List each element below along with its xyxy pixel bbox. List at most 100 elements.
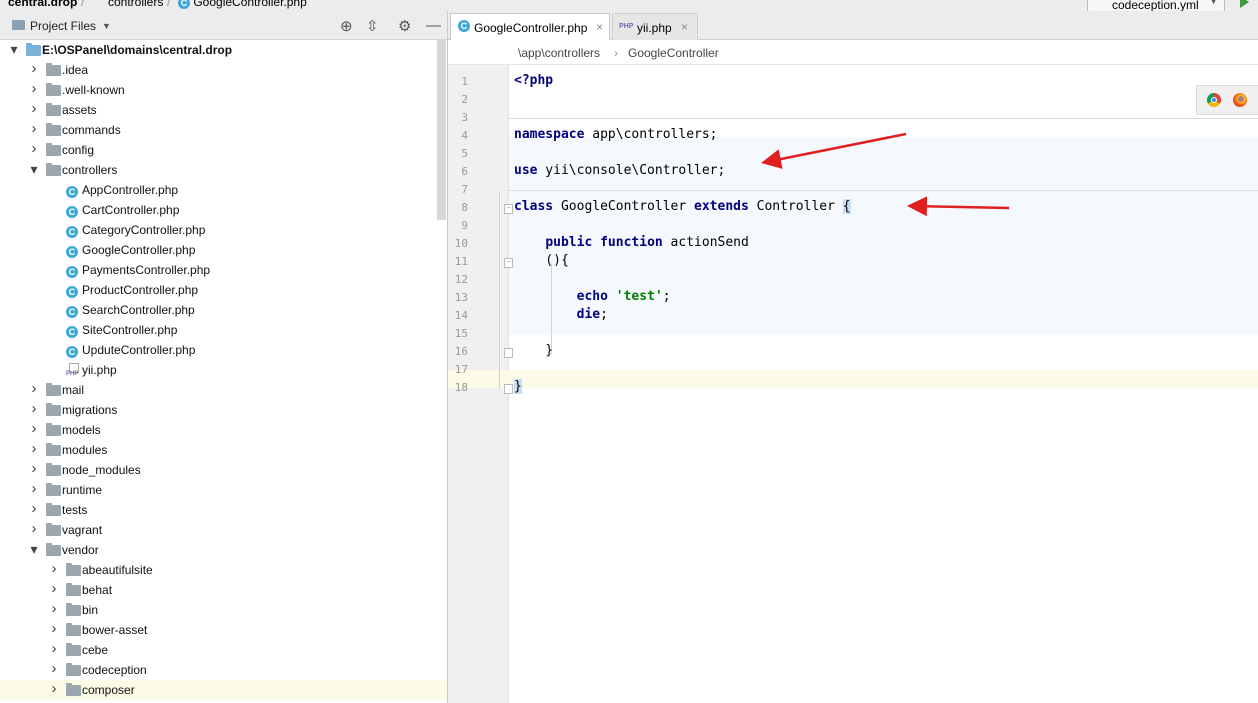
chevron-right-icon[interactable]: › [29,400,39,417]
code-line[interactable]: use yii\console\Controller; [514,163,725,178]
folder-icon [46,523,61,536]
breadcrumb-namespace[interactable]: \app\controllers [518,46,600,60]
tree-item[interactable]: C ProductController.php [0,280,447,300]
tree-item[interactable]: › migrations [0,400,447,420]
tree-item[interactable]: › mail [0,380,447,400]
line-number: 10 [454,237,468,250]
chevron-right-icon[interactable]: › [29,520,39,537]
chevron-right-icon[interactable]: › [49,640,59,657]
chevron-down-icon[interactable]: ▾ [29,161,39,178]
tree-item[interactable]: › cebe [0,640,447,660]
tree-item[interactable]: ▾ controllers [0,160,447,180]
line-number: 8 [461,201,468,214]
code-line[interactable]: } [514,343,553,358]
tree-item[interactable]: ▾ E:\OSPanel\domains\central.drop [0,40,447,60]
current-line-highlight [448,370,1258,388]
line-number: 3 [461,111,468,124]
code-line[interactable]: namespace app\controllers; [514,127,718,142]
tree-item[interactable]: C GoogleController.php [0,240,447,260]
chevron-right-icon[interactable]: › [29,140,39,157]
chevron-right-icon[interactable]: › [29,60,39,77]
tree-item[interactable]: › .well-known [0,80,447,100]
tree-item[interactable]: C CartController.php [0,200,447,220]
code-line[interactable]: public function actionSend [514,235,749,250]
tree-item[interactable]: › tests [0,500,447,520]
fold-marker-icon[interactable]: − [504,204,513,214]
breadcrumb-class[interactable]: GoogleController [628,46,719,60]
tab-google-controller[interactable]: C GoogleController.php × [450,13,610,40]
tree-item[interactable]: C AppController.php [0,180,447,200]
minimize-icon[interactable]: — [426,17,441,34]
tree-item[interactable]: › .idea [0,60,447,80]
fold-marker-icon[interactable]: − [504,258,513,268]
line-number: 9 [461,219,468,232]
fold-marker-icon[interactable] [504,384,513,394]
tree-item[interactable]: › modules [0,440,447,460]
tree-item[interactable]: › runtime [0,480,447,500]
tree-item[interactable]: › codeception [0,660,447,680]
locate-icon[interactable]: ⊕ [340,17,353,35]
tree-item[interactable]: PHP yii.php [0,360,447,380]
code-line[interactable]: <?php [514,73,553,88]
line-number: 18 [454,381,468,394]
nav-crumb-project[interactable]: central.drop [8,0,77,9]
tree-scrollbar[interactable] [437,40,446,220]
close-icon[interactable]: × [681,20,688,34]
tree-item[interactable]: › bin [0,600,447,620]
chevron-right-icon[interactable]: › [49,680,59,697]
tree-item[interactable]: › abeautifulsite [0,560,447,580]
code-line[interactable]: class GoogleController extends Controlle… [514,199,851,214]
chevron-right-icon[interactable]: › [29,100,39,117]
chevron-right-icon[interactable]: › [49,600,59,617]
collapse-all-icon[interactable]: ⇳ [366,17,379,35]
tree-item[interactable]: C SiteController.php [0,320,447,340]
tree-item[interactable]: C UpduteController.php [0,340,447,360]
gear-icon[interactable]: ⚙ [398,17,411,35]
tree-item[interactable]: › models [0,420,447,440]
firefox-icon[interactable] [1233,93,1247,107]
nav-crumb-file[interactable]: C GoogleController.php [178,0,307,9]
code-line[interactable]: die; [514,307,608,322]
tree-item[interactable]: › assets [0,100,447,120]
tree-item[interactable]: › bower-asset [0,620,447,640]
tree-item[interactable]: › vagrant [0,520,447,540]
chevron-right-icon[interactable]: › [29,380,39,397]
fold-marker-icon[interactable] [504,348,513,358]
chevron-right-icon[interactable]: › [29,460,39,477]
run-icon[interactable] [1240,0,1249,8]
folder-icon [46,463,61,476]
tree-item[interactable]: › behat [0,580,447,600]
chevron-right-icon[interactable]: › [49,660,59,677]
close-icon[interactable]: × [596,20,603,34]
chevron-right-icon[interactable]: › [29,500,39,517]
folder-icon [46,543,61,556]
chevron-right-icon[interactable]: › [29,80,39,97]
chevron-down-icon[interactable]: ▾ [29,541,39,558]
chevron-down-icon[interactable]: ▾ [9,41,19,58]
tree-item[interactable]: ▾ vendor [0,540,447,560]
run-config-select[interactable]: codeception.yml ▼ [1087,0,1225,11]
chevron-right-icon[interactable]: › [29,440,39,457]
chrome-icon[interactable] [1207,93,1221,107]
chevron-right-icon[interactable]: › [29,420,39,437]
tree-item[interactable]: › composer [0,680,447,700]
chevron-right-icon[interactable]: › [29,120,39,137]
code-line[interactable]: (){ [514,253,569,268]
tree-item[interactable]: C PaymentsController.php [0,260,447,280]
tab-yii-php[interactable]: PHP yii.php × [612,13,698,40]
tree-item[interactable]: C CategoryController.php [0,220,447,240]
chevron-down-icon[interactable]: ▼ [102,21,111,31]
project-panel-title[interactable]: Project Files [30,19,96,33]
tree-item[interactable]: › node_modules [0,460,447,480]
tree-item-label: AppController.php [82,183,179,197]
chevron-right-icon[interactable]: › [49,580,59,597]
chevron-right-icon[interactable]: › [49,620,59,637]
chevron-right-icon[interactable]: › [49,560,59,577]
chevron-right-icon[interactable]: › [29,480,39,497]
code-line[interactable]: echo 'test'; [514,289,671,304]
tree-item[interactable]: C SearchController.php [0,300,447,320]
code-line[interactable]: } [514,379,522,394]
tree-item[interactable]: › config [0,140,447,160]
nav-crumb-folder[interactable]: controllers [108,0,163,9]
tree-item[interactable]: › commands [0,120,447,140]
